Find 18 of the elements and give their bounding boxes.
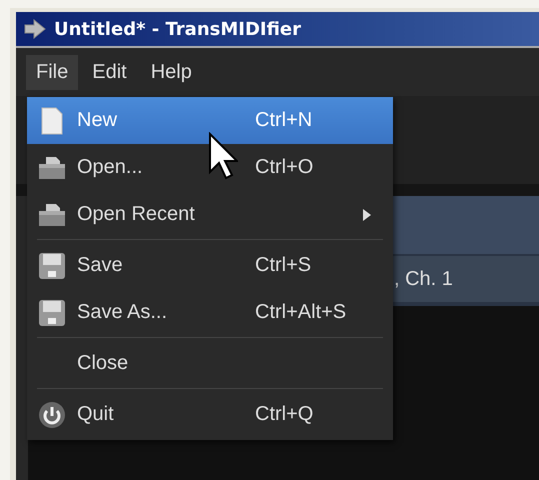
menu-title[interactable]: File	[26, 54, 78, 90]
folder-icon	[38, 202, 66, 228]
track-label: , Ch. 1	[394, 268, 453, 290]
menu-title[interactable]: Edit	[82, 54, 137, 90]
menu-title[interactable]: Help	[140, 54, 202, 90]
folder-icon	[38, 154, 66, 180]
menu-item[interactable]: New Ctrl+N	[27, 97, 393, 144]
menu-item[interactable]: Save Ctrl+S	[27, 242, 393, 289]
power-icon	[38, 400, 66, 428]
menu-item[interactable]: Open... Ctrl+O	[27, 144, 393, 191]
mouse-pointer-icon	[208, 132, 238, 180]
menu-item[interactable]: Save As... Ctrl+Alt+S	[27, 289, 393, 336]
document-icon	[40, 106, 64, 134]
menu-item[interactable]: Open Recent	[27, 191, 393, 238]
menu-item[interactable]: Close	[27, 340, 393, 387]
menu-item[interactable]: Quit Ctrl+Q	[27, 391, 393, 438]
window-title: Untitled* - TransMIDIfier	[54, 18, 302, 40]
arrow-icon	[24, 19, 46, 39]
